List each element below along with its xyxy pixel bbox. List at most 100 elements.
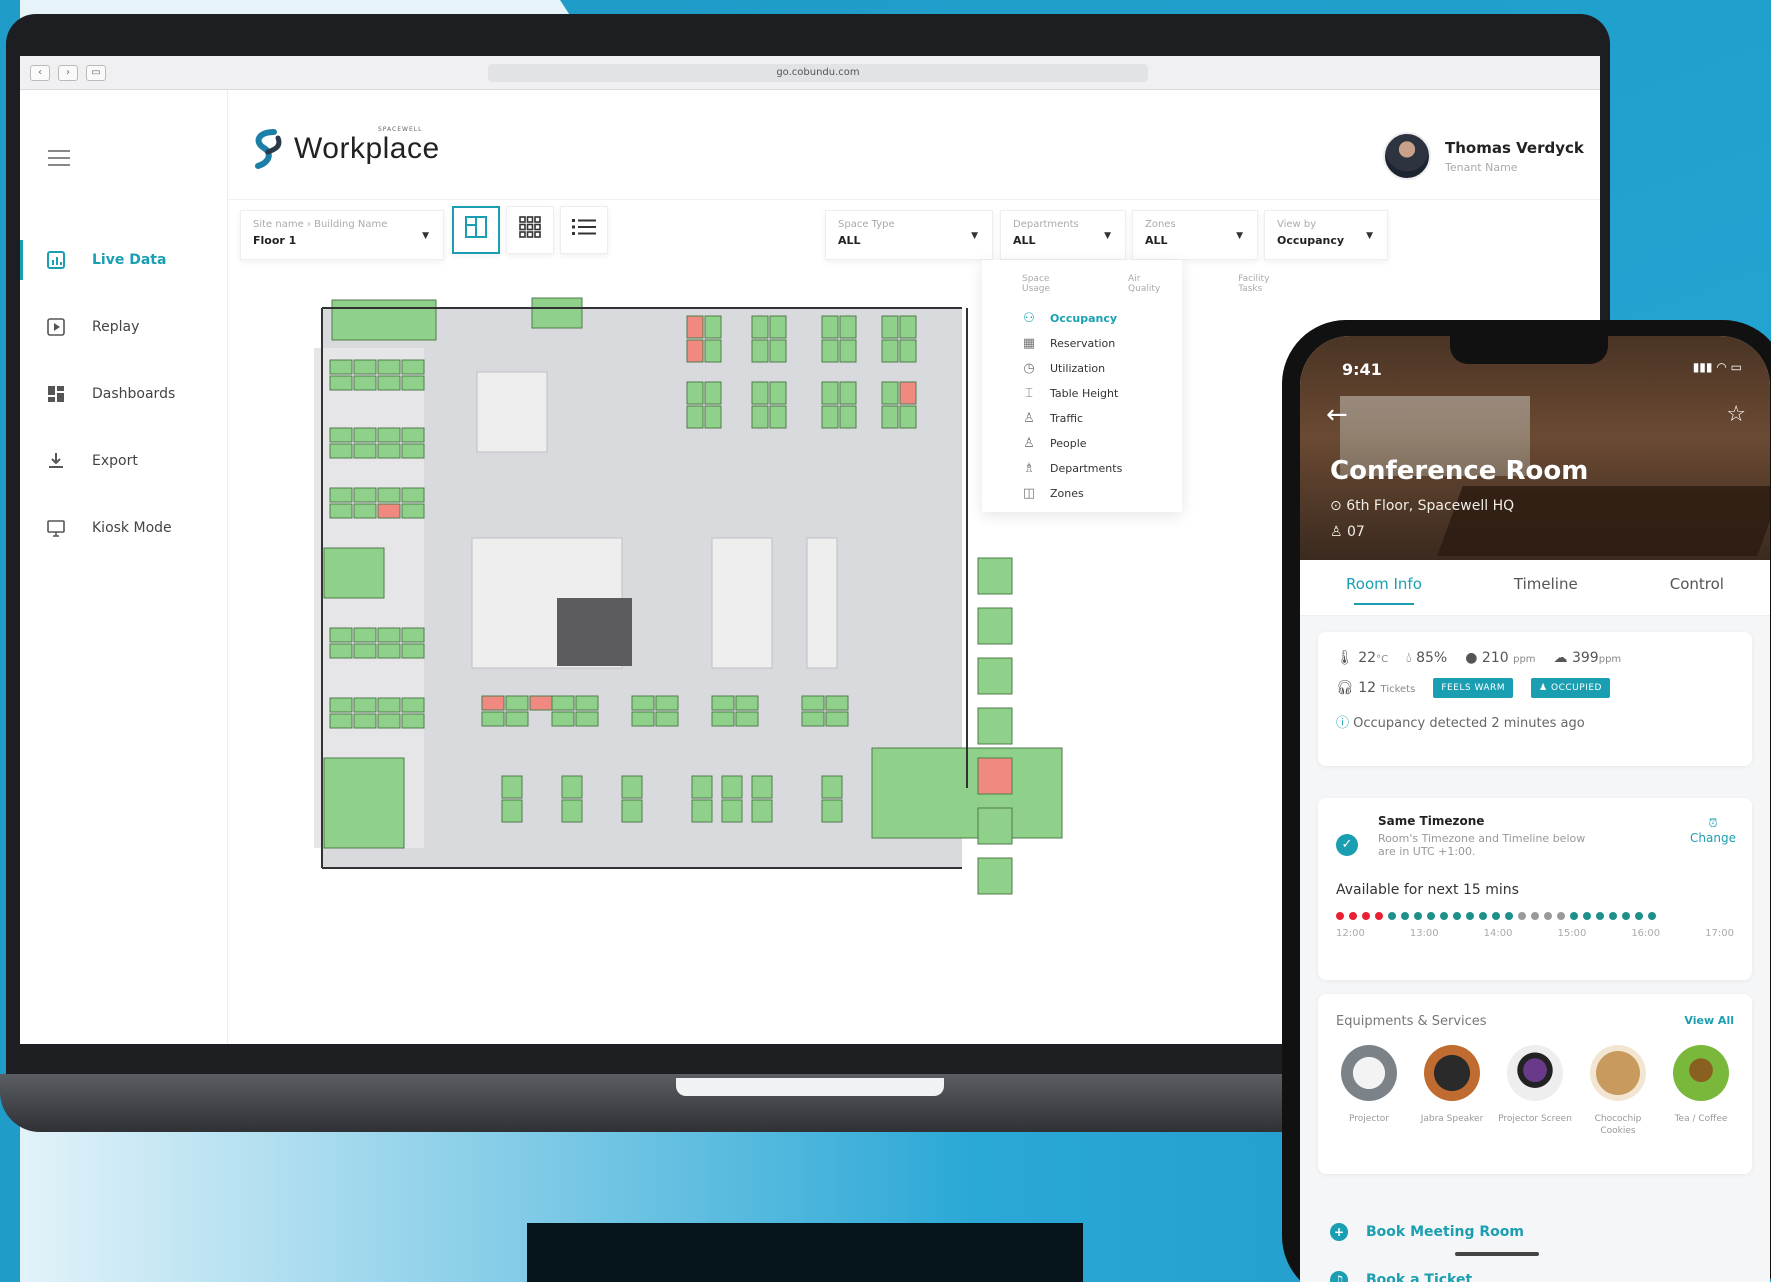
- desk-occupied[interactable]: [481, 695, 505, 711]
- desk-free[interactable]: [323, 757, 405, 849]
- desk-free[interactable]: [501, 775, 523, 799]
- desk-free[interactable]: [821, 405, 839, 429]
- equipment-item-speaker[interactable]: Jabra Speaker: [1415, 1045, 1489, 1137]
- desk-occupied[interactable]: [977, 757, 1013, 795]
- sidebar-item-export[interactable]: Export: [20, 427, 228, 494]
- desk-free[interactable]: [977, 657, 1013, 695]
- desk-free[interactable]: [401, 713, 425, 729]
- tickets-reading[interactable]: 🎧︎ 12 Tickets: [1336, 680, 1415, 696]
- desk-free[interactable]: [801, 711, 825, 727]
- desk-occupied[interactable]: [686, 315, 704, 339]
- desk-free[interactable]: [329, 697, 353, 713]
- desk-free[interactable]: [561, 799, 583, 823]
- sidebar-item-live-data[interactable]: Live Data: [20, 226, 228, 293]
- desk-free[interactable]: [821, 315, 839, 339]
- desk-free[interactable]: [839, 405, 857, 429]
- menu-section-facility-tasks[interactable]: Facility Tasks: [1238, 274, 1269, 294]
- desk-free[interactable]: [481, 711, 505, 727]
- desk-free[interactable]: [704, 381, 722, 405]
- desk-free[interactable]: [329, 375, 353, 391]
- arrow-left-icon[interactable]: ←: [1326, 400, 1348, 430]
- desk-free[interactable]: [377, 643, 401, 659]
- desk-free[interactable]: [575, 711, 599, 727]
- tab-room-info[interactable]: Room Info: [1346, 575, 1422, 605]
- desk-free[interactable]: [501, 799, 523, 823]
- desk-free[interactable]: [353, 487, 377, 503]
- desk-free[interactable]: [721, 799, 743, 823]
- desk-occupied[interactable]: [686, 339, 704, 363]
- desk-free[interactable]: [801, 695, 825, 711]
- desk-free[interactable]: [881, 339, 899, 363]
- desk-free[interactable]: [977, 807, 1013, 845]
- site-dropdown[interactable]: Site name › Building Name Floor 1 ▼: [240, 210, 444, 260]
- desk-free[interactable]: [353, 627, 377, 643]
- desk-free[interactable]: [839, 381, 857, 405]
- book-meeting-room-button[interactable]: + Book Meeting Room: [1330, 1208, 1524, 1256]
- desk-free[interactable]: [329, 443, 353, 459]
- desk-free[interactable]: [655, 695, 679, 711]
- book-ticket-button[interactable]: ♫ Book a Ticket: [1330, 1256, 1524, 1282]
- menu-item-utilization[interactable]: ◷ Utilization: [1022, 356, 1182, 381]
- desk-free[interactable]: [353, 643, 377, 659]
- desk-free[interactable]: [401, 359, 425, 375]
- desk-free[interactable]: [353, 427, 377, 443]
- desk-free[interactable]: [377, 697, 401, 713]
- desk-free[interactable]: [621, 775, 643, 799]
- menu-item-zones[interactable]: ◫ Zones: [1022, 481, 1182, 506]
- desk-free[interactable]: [821, 339, 839, 363]
- desk-free[interactable]: [977, 557, 1013, 595]
- desk-free[interactable]: [769, 339, 787, 363]
- desk-free[interactable]: [505, 711, 529, 727]
- menu-item-people[interactable]: ♙ People: [1022, 431, 1182, 456]
- menu-item-reservation[interactable]: ▦ Reservation: [1022, 331, 1182, 356]
- desk-free[interactable]: [353, 503, 377, 519]
- desk-free[interactable]: [377, 443, 401, 459]
- desk-free[interactable]: [751, 339, 769, 363]
- menu-item-traffic[interactable]: ♙ Traffic: [1022, 406, 1182, 431]
- desk-free[interactable]: [839, 339, 857, 363]
- sidebar-item-replay[interactable]: Replay: [20, 293, 228, 360]
- desk-free[interactable]: [821, 775, 843, 799]
- desk-free[interactable]: [631, 695, 655, 711]
- desk-free[interactable]: [721, 775, 743, 799]
- desk-free[interactable]: [704, 405, 722, 429]
- desk-occupied[interactable]: [899, 381, 917, 405]
- desk-free[interactable]: [401, 503, 425, 519]
- desk-free[interactable]: [353, 697, 377, 713]
- menu-item-occupancy[interactable]: ⚇ Occupancy: [1022, 306, 1182, 331]
- desk-free[interactable]: [401, 643, 425, 659]
- equipment-item-projector-screen[interactable]: Projector Screen: [1498, 1045, 1572, 1137]
- desk-free[interactable]: [401, 443, 425, 459]
- view-by-dropdown[interactable]: View by Occupancy ▼: [1264, 210, 1388, 260]
- desk-free[interactable]: [329, 643, 353, 659]
- desk-free[interactable]: [821, 381, 839, 405]
- desk-free[interactable]: [329, 713, 353, 729]
- desk-free[interactable]: [377, 359, 401, 375]
- desk-free[interactable]: [329, 427, 353, 443]
- desk-occupied[interactable]: [529, 695, 553, 711]
- desk-free[interactable]: [821, 799, 843, 823]
- menu-icon[interactable]: [48, 150, 70, 166]
- desk-free[interactable]: [686, 381, 704, 405]
- tab-timeline[interactable]: Timeline: [1514, 575, 1578, 601]
- star-icon[interactable]: ☆: [1726, 402, 1746, 427]
- sidebar-item-kiosk-mode[interactable]: Kiosk Mode: [20, 494, 228, 561]
- list-view-button[interactable]: [560, 206, 608, 254]
- desk-free[interactable]: [377, 487, 401, 503]
- view-all-link[interactable]: View All: [1684, 1014, 1734, 1029]
- desk-free[interactable]: [377, 713, 401, 729]
- desk-free[interactable]: [621, 799, 643, 823]
- desk-free[interactable]: [655, 711, 679, 727]
- sidebar-item-dashboards[interactable]: Dashboards: [20, 360, 228, 427]
- desk-free[interactable]: [631, 711, 655, 727]
- desk-free[interactable]: [711, 695, 735, 711]
- menu-item-table-height[interactable]: ⌶ Table Height: [1022, 381, 1182, 406]
- menu-section-air-quality[interactable]: Air Quality: [1128, 274, 1160, 294]
- desk-free[interactable]: [735, 711, 759, 727]
- desk-free[interactable]: [691, 799, 713, 823]
- grid-view-button[interactable]: [506, 206, 554, 254]
- desk-free[interactable]: [769, 405, 787, 429]
- desk-free[interactable]: [769, 381, 787, 405]
- sidebar-toggle-icon[interactable]: ▭: [86, 64, 106, 81]
- forward-icon[interactable]: ›: [58, 64, 78, 81]
